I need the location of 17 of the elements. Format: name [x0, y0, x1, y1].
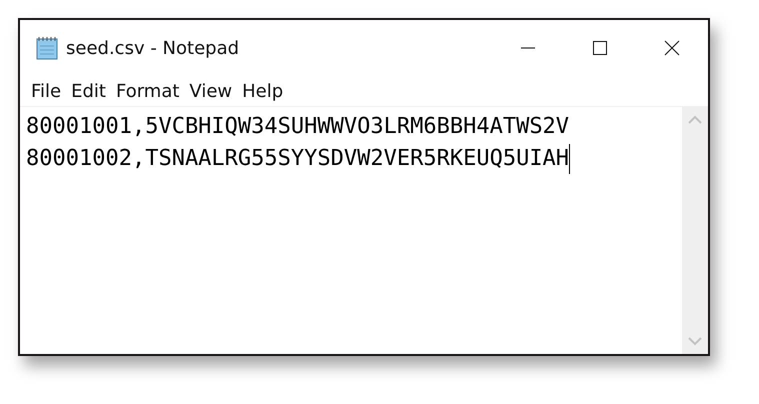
scroll-down-icon[interactable] — [688, 336, 702, 346]
text-area[interactable]: 80001001,5VCBHIQW34SUHWWVO3LRM6BBH4ATWS2V 80001002,TSNAALRG55SYYSDVW2VER5RKEUQ5UIAH — [20, 107, 682, 354]
text-cursor — [569, 144, 570, 174]
menu-item[interactable]: View — [184, 80, 238, 102]
notepad-icon — [34, 35, 60, 61]
scrollbar[interactable] — [682, 107, 708, 354]
menu-item[interactable]: Format — [110, 80, 184, 102]
menu-item[interactable]: File — [26, 80, 66, 102]
maximize-icon — [591, 39, 609, 57]
text-line: 80001001,5VCBHIQW34SUHWWVO3LRM6BBH4ATWS2V — [26, 113, 570, 141]
scroll-up-icon[interactable] — [688, 115, 702, 125]
close-icon — [663, 39, 681, 57]
minimize-icon — [519, 47, 537, 49]
menu-item[interactable]: Help — [237, 80, 288, 102]
menu-item[interactable]: Edit — [66, 80, 111, 102]
window-title: seed.csv - Notepad — [66, 38, 240, 58]
text-line: 80001002,TSNAALRG55SYYSDVW2VER5RKEUQ5UIAH — [26, 143, 570, 175]
